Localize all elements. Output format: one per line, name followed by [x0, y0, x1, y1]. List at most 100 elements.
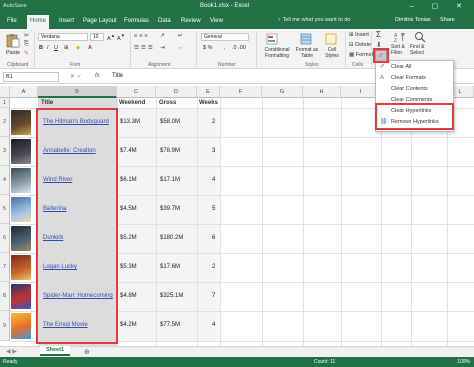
borders-icon[interactable]: ⊞: [64, 45, 69, 51]
tab-home[interactable]: Home: [27, 15, 50, 29]
fx-icon[interactable]: fx: [95, 73, 100, 79]
conditional-formatting-icon[interactable]: [266, 33, 278, 45]
tab-insert[interactable]: Insert: [56, 17, 77, 25]
delete-cells-button[interactable]: ⊟ Delete: [349, 42, 371, 48]
fill-color-icon[interactable]: ◆: [76, 45, 80, 51]
tab-file[interactable]: File: [4, 17, 20, 25]
cut-icon[interactable]: ✂: [24, 32, 29, 39]
weekend-value[interactable]: $4.5M: [120, 206, 137, 212]
format-as-table-label[interactable]: Format as Table: [294, 47, 320, 59]
menu-clear-contents[interactable]: Clear Contents: [376, 84, 453, 95]
wrap-text-icon[interactable]: ↵: [178, 33, 183, 39]
row-header-7[interactable]: 7: [0, 253, 10, 282]
sort-filter-icon[interactable]: A Z: [394, 31, 406, 43]
sort-filter-label[interactable]: Sort & Filter: [391, 44, 409, 56]
weeks-value[interactable]: 5: [212, 206, 215, 212]
gross-value[interactable]: $39.7M: [160, 206, 180, 212]
gross-value[interactable]: $325.1M: [160, 293, 183, 299]
row-header-8[interactable]: 8: [0, 282, 10, 311]
sheet-tab-sheet1[interactable]: Sheet1: [40, 346, 70, 356]
weekend-value[interactable]: $5.2M: [120, 235, 137, 241]
merge-center-icon[interactable]: ⇔: [178, 45, 184, 51]
indent-icons[interactable]: ⇥: [160, 45, 165, 51]
weekend-value[interactable]: $5.3M: [120, 264, 137, 270]
tab-formulas[interactable]: Formulas: [121, 17, 152, 25]
find-select-icon[interactable]: [414, 31, 426, 43]
zoom-level[interactable]: 100%: [457, 359, 470, 365]
weeks-value[interactable]: 2: [212, 119, 215, 125]
bold-icon[interactable]: B: [39, 45, 43, 51]
gross-value[interactable]: $78.9M: [160, 148, 180, 154]
column-header-c[interactable]: C: [117, 86, 156, 98]
weeks-value[interactable]: 2: [212, 264, 215, 270]
autosave-label[interactable]: AutoSave: [3, 3, 27, 9]
paste-label[interactable]: Paste: [6, 50, 20, 56]
weeks-value[interactable]: 3: [212, 148, 215, 154]
tab-data[interactable]: Data: [155, 17, 174, 25]
weeks-value[interactable]: 4: [212, 177, 215, 183]
font-size-box[interactable]: 10: [90, 33, 104, 41]
format-as-table-icon[interactable]: [300, 33, 312, 45]
header-title[interactable]: Title: [41, 100, 53, 106]
weekend-value[interactable]: $4.2M: [120, 322, 137, 328]
gross-value[interactable]: $58.0M: [160, 119, 180, 125]
format-painter-icon[interactable]: ✎: [24, 50, 29, 57]
row-header-2[interactable]: 2: [0, 108, 10, 137]
formula-cancel-enter-icons[interactable]: ✕ ✓: [70, 73, 82, 80]
menu-clear-formats[interactable]: A Clear Formats: [376, 73, 453, 84]
underline-icon[interactable]: U: [54, 45, 58, 51]
column-header-f[interactable]: F: [220, 86, 262, 98]
vertical-align-icons[interactable]: ≡≡≡: [134, 33, 150, 39]
column-header-a[interactable]: A: [10, 86, 38, 98]
header-weekend[interactable]: Weekend: [119, 100, 145, 106]
window-controls[interactable]: – ▢ ✕: [410, 2, 470, 10]
gross-value[interactable]: $17.6M: [160, 264, 180, 270]
grow-font-icon[interactable]: A▲: [107, 33, 115, 42]
find-select-label[interactable]: Find & Select: [410, 44, 430, 56]
weeks-value[interactable]: 6: [212, 235, 215, 241]
row-header-9[interactable]: 9: [0, 311, 10, 341]
cell-styles-label[interactable]: Cell Styles: [321, 47, 343, 59]
tab-page-layout[interactable]: Page Layout: [80, 17, 120, 25]
column-header-d[interactable]: D: [156, 86, 197, 98]
formula-input[interactable]: Title: [112, 73, 123, 79]
weekend-value[interactable]: $4.8M: [120, 293, 137, 299]
row-header-3[interactable]: 3: [0, 137, 10, 166]
shrink-font-icon[interactable]: A▼: [117, 33, 125, 42]
orientation-icon[interactable]: ↗: [160, 33, 165, 39]
column-header-b[interactable]: B: [38, 86, 117, 98]
italic-icon[interactable]: I: [47, 45, 49, 51]
sheet-nav-arrows[interactable]: ◀ ▶: [6, 348, 17, 355]
format-cells-button[interactable]: ▦ Format: [349, 52, 373, 58]
weekend-value[interactable]: $13.3M: [120, 119, 140, 125]
row-header-5[interactable]: 5: [0, 195, 10, 224]
share-button[interactable]: Share: [440, 17, 455, 23]
tab-review[interactable]: Review: [178, 17, 204, 25]
header-weeks[interactable]: Weeks: [199, 100, 218, 106]
comma-style-icon[interactable]: ,: [224, 45, 226, 51]
add-sheet-icon[interactable]: ⊕: [84, 348, 90, 356]
menu-clear-all[interactable]: ✐ Clear All: [376, 62, 453, 73]
row-header-4[interactable]: 4: [0, 166, 10, 195]
column-header-g[interactable]: G: [262, 86, 303, 98]
select-all-corner[interactable]: [0, 86, 10, 98]
font-name-box[interactable]: Verdana: [38, 33, 88, 41]
name-box[interactable]: B1: [3, 72, 59, 82]
decimal-icons[interactable]: .0 .00: [232, 45, 246, 51]
weeks-value[interactable]: 7: [212, 293, 215, 299]
horizontal-align-icons[interactable]: ☰☰☰: [134, 45, 155, 51]
copy-icon[interactable]: ⎘: [24, 41, 29, 48]
gross-value[interactable]: $77.5M: [160, 322, 180, 328]
number-format-box[interactable]: General: [201, 33, 249, 41]
autosum-icon[interactable]: Σ: [376, 30, 381, 39]
gross-value[interactable]: $180.2M: [160, 235, 183, 241]
font-color-icon[interactable]: A: [88, 45, 92, 51]
weekend-value[interactable]: $7.4M: [120, 148, 137, 154]
header-gross[interactable]: Gross: [159, 100, 176, 106]
cell-styles-icon[interactable]: [325, 33, 337, 45]
conditional-formatting-label[interactable]: Conditional Formatting: [259, 47, 295, 59]
paste-icon[interactable]: [6, 33, 20, 48]
tell-me-box[interactable]: ♀ Tell me what you want to do: [277, 17, 350, 23]
gross-value[interactable]: $17.1M: [160, 177, 180, 183]
currency-icon[interactable]: $ %: [203, 45, 212, 51]
